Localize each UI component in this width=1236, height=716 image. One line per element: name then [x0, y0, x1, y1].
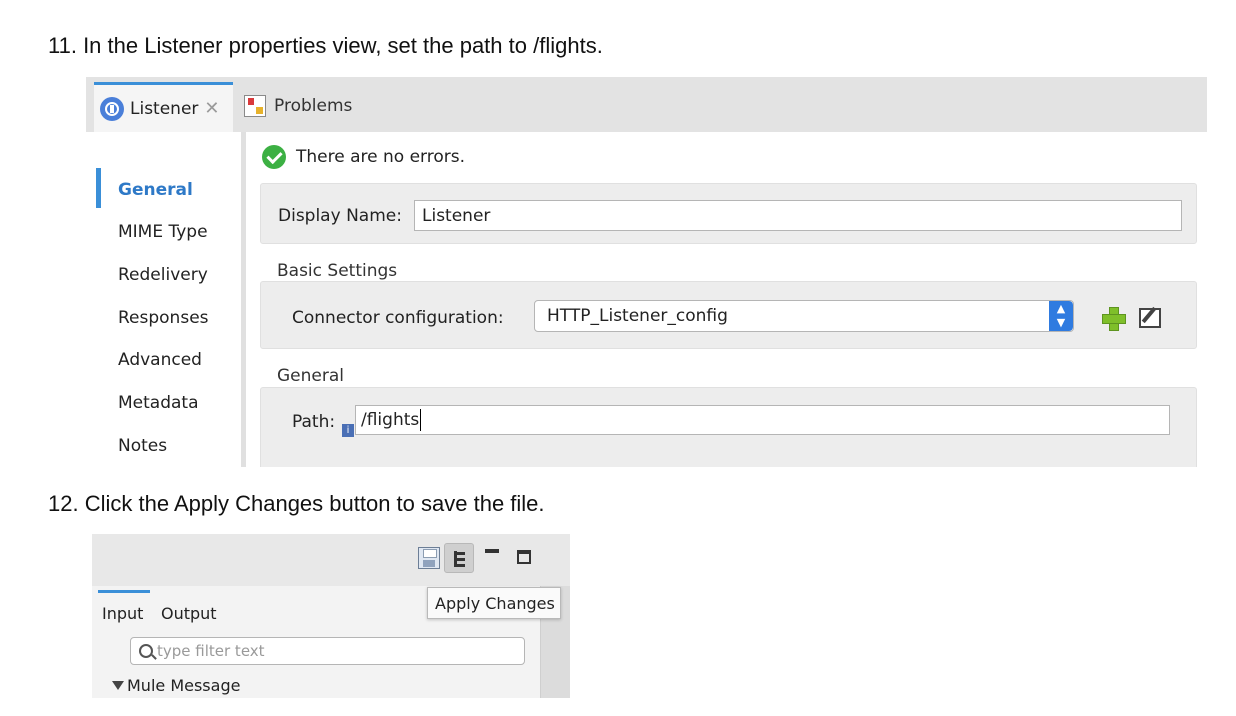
step-12-instruction: 12. Click the Apply Changes button to sa…: [48, 491, 545, 516]
path-field[interactable]: /flights: [355, 405, 1170, 435]
sidebar-item-mime-type[interactable]: MIME Type: [118, 222, 208, 242]
sidebar-item-advanced[interactable]: Advanced: [118, 350, 202, 370]
problems-icon: [244, 95, 266, 117]
sidebar-item-notes[interactable]: Notes: [118, 436, 167, 456]
tab-input[interactable]: Input: [98, 590, 150, 634]
sidebar-item-responses[interactable]: Responses: [118, 308, 209, 328]
save-icon[interactable]: [418, 547, 440, 569]
connector-configuration-label: Connector configuration:: [292, 308, 504, 328]
tree-item-mule-message[interactable]: Mule Message: [112, 676, 240, 695]
display-name-label: Display Name:: [278, 206, 402, 226]
active-sidebar-indicator: [96, 168, 101, 208]
transform-editor-panel: Input Output Apply Changes Mule Message: [92, 534, 570, 698]
tree-item-label: Mule Message: [127, 676, 241, 695]
filter-field[interactable]: [130, 637, 525, 665]
editor-toolbar: [92, 534, 570, 586]
sidebar-item-metadata[interactable]: Metadata: [118, 393, 199, 413]
tab-listener[interactable]: Listener ✕: [94, 82, 233, 132]
listener-properties-panel: Listener ✕ Problems General MIME Type Re…: [86, 77, 1207, 467]
status-message: There are no errors.: [262, 145, 465, 169]
add-configuration-icon[interactable]: [1102, 307, 1126, 331]
general-section-title: General: [277, 366, 344, 386]
close-icon[interactable]: ✕: [204, 98, 219, 119]
edit-configuration-icon[interactable]: [1139, 308, 1161, 328]
maximize-icon[interactable]: [517, 550, 531, 564]
sidebar-item-general[interactable]: General: [118, 180, 193, 200]
success-check-icon: [262, 145, 286, 169]
step-11-instruction: 11. In the Listener properties view, set…: [48, 33, 603, 58]
tab-output[interactable]: Output: [161, 604, 217, 623]
info-icon[interactable]: i: [342, 424, 354, 437]
apply-changes-tooltip: Apply Changes: [427, 587, 561, 619]
apply-changes-button[interactable]: [444, 543, 474, 573]
connector-configuration-value: HTTP_Listener_config: [547, 306, 728, 326]
status-text: There are no errors.: [296, 147, 465, 167]
tab-listener-label: Listener: [130, 98, 199, 119]
triangle-down-icon[interactable]: [112, 681, 124, 690]
minimize-icon[interactable]: [485, 549, 499, 553]
connector-configuration-select[interactable]: HTTP_Listener_config ▲ ▼: [534, 300, 1074, 332]
tab-problems[interactable]: Problems: [244, 91, 352, 121]
chevron-up-down-icon[interactable]: ▲ ▼: [1049, 301, 1073, 331]
sidebar-item-redelivery[interactable]: Redelivery: [118, 265, 208, 285]
properties-tab-bar: Listener ✕ Problems: [86, 77, 1207, 132]
tab-problems-label: Problems: [274, 96, 353, 116]
display-name-field[interactable]: Listener: [414, 200, 1182, 231]
filter-input[interactable]: [157, 642, 497, 660]
basic-settings-title: Basic Settings: [277, 261, 398, 281]
path-label: Path:: [292, 412, 336, 432]
listener-icon: [100, 96, 124, 121]
search-icon: [139, 644, 153, 658]
text-cursor: [420, 409, 421, 431]
